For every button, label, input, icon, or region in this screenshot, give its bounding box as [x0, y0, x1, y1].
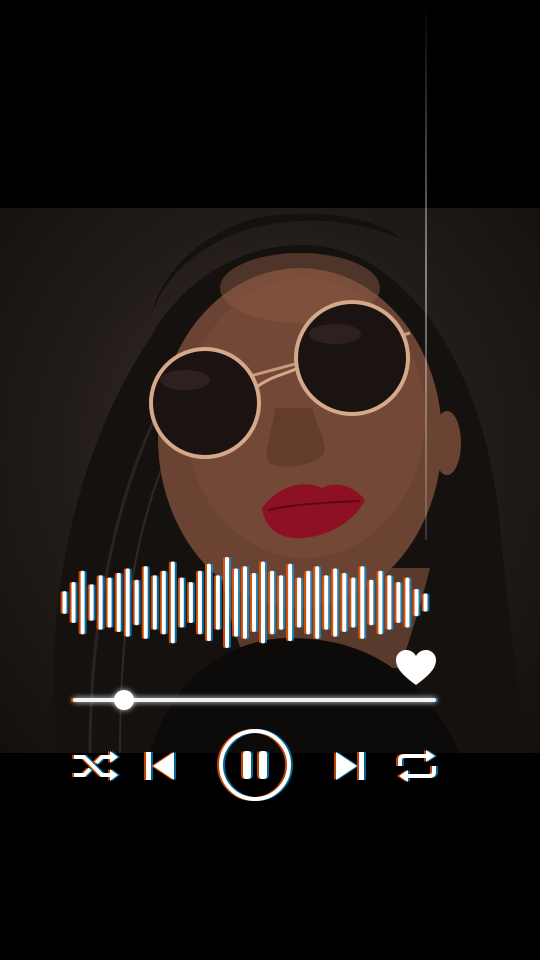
player-screen [0, 0, 540, 960]
waveform-bar [423, 593, 428, 612]
waveform-bar [297, 577, 302, 628]
waveform-bar [134, 579, 139, 626]
waveform-bar [261, 561, 265, 644]
waveform-bar [98, 575, 103, 630]
skip-previous-icon [146, 752, 174, 780]
waveform-bar [387, 575, 392, 630]
next-button[interactable] [333, 750, 367, 782]
shuffle-button[interactable] [70, 748, 122, 784]
waveform-bar [270, 570, 275, 635]
waveform-bar [414, 588, 419, 617]
glitch-line [425, 0, 427, 540]
waveform-bar [225, 557, 229, 648]
waveform-bar [396, 582, 401, 623]
waveform-bar [143, 566, 148, 639]
waveform-bar [62, 591, 67, 614]
waveform-bar [107, 577, 112, 628]
album-artwork [0, 208, 540, 753]
waveform-bar [71, 582, 76, 623]
waveform-bar [279, 575, 284, 630]
waveform-bar [116, 572, 121, 632]
waveform-bar [288, 563, 293, 642]
waveform-bar [197, 570, 202, 635]
previous-button[interactable] [143, 750, 177, 782]
waveform-bar [306, 570, 311, 635]
waveform-bar [206, 563, 211, 642]
play-pause-button[interactable] [217, 727, 293, 803]
waveform-bar [161, 570, 166, 635]
skip-next-icon [336, 752, 364, 780]
waveform-bar [243, 566, 247, 639]
waveform-bar [215, 575, 220, 630]
waveform-bar [324, 575, 329, 630]
heart-icon [396, 650, 436, 685]
waveform-bar [351, 577, 356, 628]
waveform-bar [125, 568, 130, 637]
waveform-bar [89, 584, 94, 621]
waveform-bar [252, 572, 256, 632]
shuffle-icon [74, 751, 118, 781]
waveform-bar [360, 566, 365, 639]
waveform-bar [378, 570, 383, 635]
seek-handle[interactable] [113, 690, 134, 710]
audio-waveform [62, 557, 428, 648]
waveform-bar [369, 579, 374, 626]
waveform-bar [315, 566, 320, 639]
waveform-bar [152, 575, 157, 630]
waveform-bar [342, 572, 347, 632]
waveform-bar [405, 577, 410, 628]
waveform-bar [170, 561, 175, 644]
repeat-icon [398, 750, 436, 782]
pause-icon [219, 729, 291, 801]
waveform-bar [188, 582, 193, 623]
waveform-bar [333, 568, 338, 637]
waveform-bar [179, 577, 184, 628]
waveform-bar [234, 568, 238, 637]
like-button[interactable] [394, 648, 438, 688]
repeat-button[interactable] [394, 748, 440, 784]
waveform-bar [80, 570, 85, 635]
